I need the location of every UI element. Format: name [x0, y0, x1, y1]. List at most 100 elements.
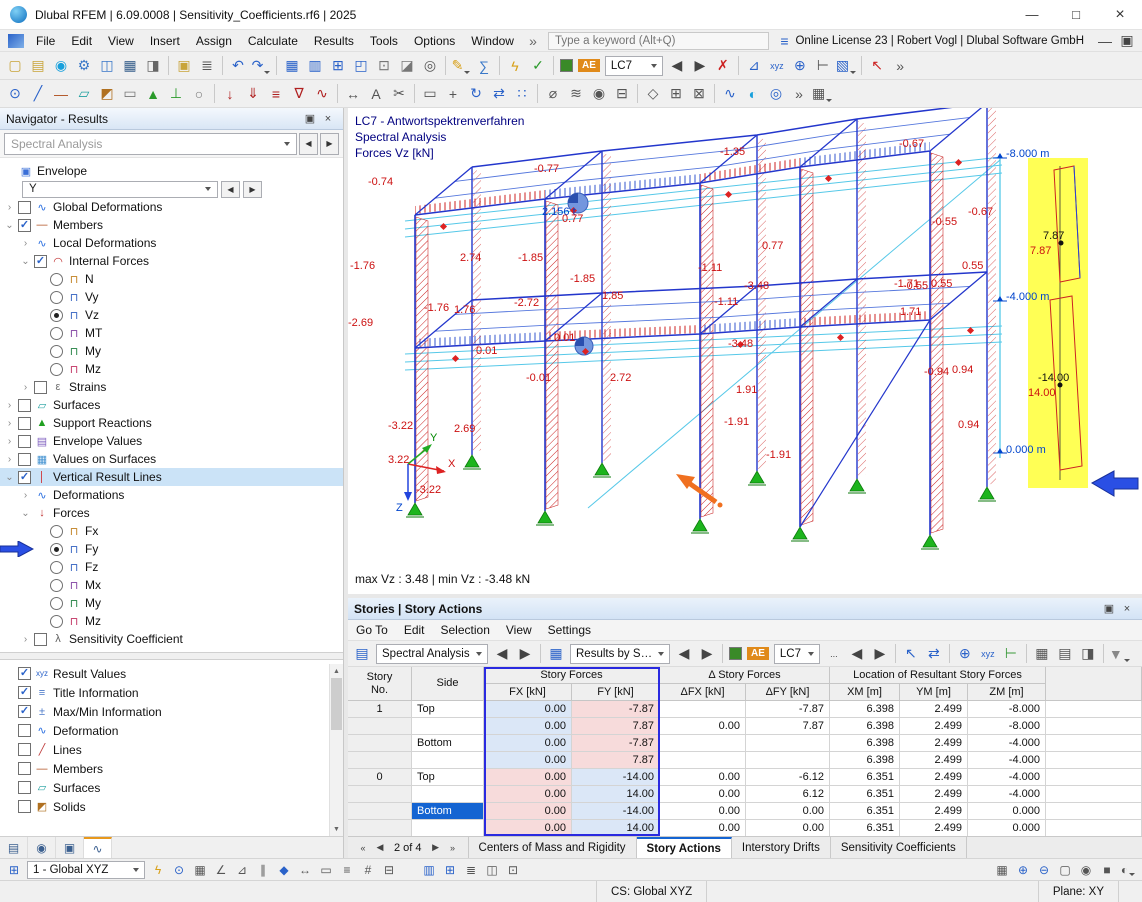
cell-side[interactable]	[412, 718, 484, 735]
prev-results-icon[interactable]: ◀	[673, 643, 695, 665]
cell-ym[interactable]: 2.499	[900, 786, 968, 803]
tree-item-n[interactable]: ⊓N	[0, 270, 343, 288]
cell-zm[interactable]: -4.000	[968, 769, 1046, 786]
next-page-button[interactable]: ▶	[429, 842, 443, 853]
cell-ym[interactable]: 2.499	[900, 718, 968, 735]
first-page-button[interactable]: «	[356, 843, 370, 853]
array-icon[interactable]: ∷	[511, 83, 533, 105]
zoom-window-icon[interactable]: ⊠	[688, 83, 710, 105]
calculate-icon[interactable]: ϟ	[504, 55, 526, 77]
table-active-icon[interactable]: ▥	[304, 55, 326, 77]
cell-xm[interactable]: 6.351	[830, 769, 900, 786]
checkbox-internal-forces[interactable]: ✓	[34, 255, 47, 268]
text-icon[interactable]: A	[365, 83, 387, 105]
cell-dfx[interactable]: 0.00	[660, 769, 746, 786]
scroll-thumb[interactable]	[331, 678, 342, 730]
panel-menu-edit[interactable]: Edit	[396, 620, 433, 641]
cell-story-no[interactable]	[348, 803, 412, 820]
select-in-graphic-icon[interactable]: ↖	[900, 643, 922, 665]
solid-view-icon[interactable]: ■	[1097, 860, 1117, 879]
analysis-combo[interactable]: Spectral Analysis	[376, 644, 488, 664]
select-icon[interactable]: ▭	[419, 83, 441, 105]
prev-lc-icon[interactable]: ◀	[846, 643, 868, 665]
checkbox-deformation[interactable]	[18, 724, 31, 737]
menu-item-calculate[interactable]: Calculate	[240, 30, 306, 52]
result-tab-story-actions[interactable]: Story Actions	[637, 837, 732, 858]
cell-dfy[interactable]	[746, 752, 830, 769]
expander-icon[interactable]: ›	[4, 400, 15, 411]
cell-fx[interactable]: 0.00	[484, 803, 572, 820]
check-model-icon[interactable]: ✓	[527, 55, 549, 77]
tab-display-navigator[interactable]: ◉	[28, 837, 56, 858]
cell-ym[interactable]: 2.499	[900, 735, 968, 752]
checkbox-result-values[interactable]: ✓	[18, 667, 31, 680]
cell-dfy[interactable]: 6.12	[746, 786, 830, 803]
cell-fy[interactable]: -7.87	[572, 701, 660, 718]
expander-icon[interactable]: ›	[20, 490, 31, 501]
radio-vz[interactable]	[50, 309, 63, 322]
checkbox-envelope-values[interactable]	[18, 435, 31, 448]
radio-fx[interactable]	[50, 525, 63, 538]
radio-n[interactable]	[50, 273, 63, 286]
cell-story-no[interactable]	[348, 718, 412, 735]
tab-data-navigator[interactable]: ▤	[0, 837, 28, 858]
expander-icon[interactable]: ›	[4, 454, 15, 465]
menu-item-results[interactable]: Results	[306, 30, 362, 52]
overflow-icon[interactable]: »	[889, 55, 911, 77]
tree-item-my[interactable]: ⊓My	[0, 594, 343, 612]
cell-ym[interactable]: 2.499	[900, 769, 968, 786]
cell-side[interactable]	[412, 820, 484, 836]
results-by-combo[interactable]: Results by Sto...	[570, 644, 670, 664]
cell-story-no[interactable]	[348, 752, 412, 769]
prev-page-button[interactable]: ◀	[373, 842, 387, 853]
grid-settings-icon[interactable]: ▦	[811, 83, 833, 105]
cell-filler[interactable]	[1046, 803, 1142, 820]
move-snap-icon[interactable]: ↔	[295, 860, 315, 879]
cell-ym[interactable]: 2.499	[900, 701, 968, 718]
cell-side[interactable]	[412, 786, 484, 803]
next-analysis-icon[interactable]: ▶	[514, 643, 536, 665]
tree-item-surfaces[interactable]: ›▱Surfaces	[0, 396, 343, 414]
panel-minimize-icon[interactable]: —	[1094, 30, 1116, 52]
next-analysis-button[interactable]: ▶	[320, 133, 339, 155]
cell-xm[interactable]: 6.351	[830, 803, 900, 820]
cell-story-no[interactable]	[348, 735, 412, 752]
checkbox-support-reactions[interactable]	[18, 417, 31, 430]
cell-dfx[interactable]	[660, 752, 746, 769]
cell-fx[interactable]: 0.00	[484, 718, 572, 735]
prev-direction-button[interactable]: ◀	[221, 181, 240, 198]
cell-fy[interactable]: -7.87	[572, 735, 660, 752]
surface-icon[interactable]: ▱	[73, 83, 95, 105]
relations-icon[interactable]: ⊢	[1000, 643, 1022, 665]
opening-icon[interactable]: ▭	[119, 83, 141, 105]
cell-dfy[interactable]: 0.00	[746, 820, 830, 836]
layers-icon[interactable]: ≋	[565, 83, 587, 105]
open-file-icon[interactable]: ▤	[27, 55, 49, 77]
last-page-button[interactable]: »	[446, 843, 460, 853]
imposed-deformation-icon[interactable]: ∿	[311, 83, 333, 105]
tab-views-navigator[interactable]: ▣	[56, 837, 84, 858]
measure-icon[interactable]: ⌀	[542, 83, 564, 105]
select-box-icon[interactable]: ▭	[316, 860, 336, 879]
delete-results-icon[interactable]: ✗	[712, 55, 734, 77]
radio-fz[interactable]	[50, 561, 63, 574]
result-direction-combo[interactable]: Y	[22, 181, 218, 198]
tree-item-global-deformations[interactable]: ›∿Global Deformations	[0, 198, 343, 216]
checkbox-lines[interactable]	[18, 743, 31, 756]
expander-icon[interactable]: ⌄	[20, 256, 31, 267]
checkbox-values-on-surfaces[interactable]	[18, 453, 31, 466]
show-results-icon[interactable]: ⊿	[743, 55, 765, 77]
result-combination-badge[interactable]: AE	[578, 59, 600, 72]
grid-icon[interactable]: ▦	[190, 860, 210, 879]
zoom-values-icon[interactable]: ⊕	[954, 643, 976, 665]
cell-story-no[interactable]: 0	[348, 769, 412, 786]
tree-item-vy[interactable]: ⊓Vy	[0, 288, 343, 306]
cell-fx[interactable]: 0.00	[484, 769, 572, 786]
cell-side[interactable]: Top	[412, 701, 484, 718]
expander-icon[interactable]: ⌄	[20, 508, 31, 519]
cell-fx[interactable]: 0.00	[484, 701, 572, 718]
cell-xm[interactable]: 6.351	[830, 786, 900, 803]
result-values-icon[interactable]: xyz	[766, 55, 788, 77]
tree-item-mx[interactable]: ⊓Mx	[0, 576, 343, 594]
story-actions-table[interactable]: StoryNo.SideStory ForcesΔ Story ForcesLo…	[348, 667, 1142, 836]
